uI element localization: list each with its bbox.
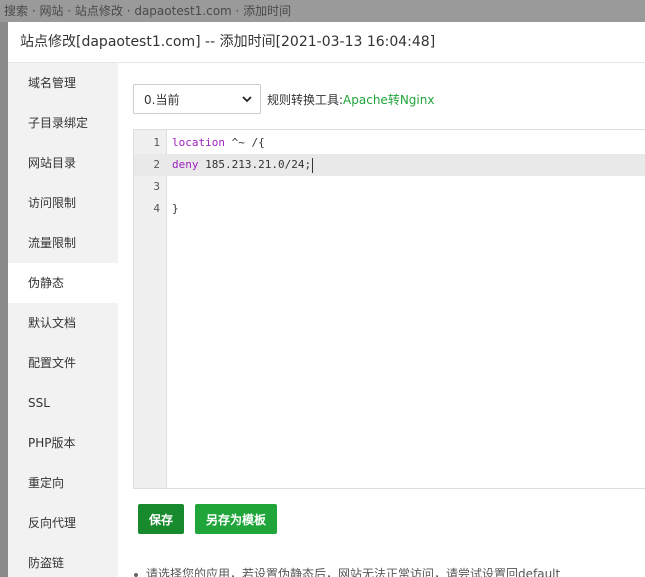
sidebar-item-ssl[interactable]: SSL bbox=[8, 383, 118, 423]
sidebar-item-reverse-proxy[interactable]: 反向代理 bbox=[8, 503, 118, 543]
code-keyword: deny bbox=[172, 158, 199, 171]
code-text: deny 185.213.21.0/24; bbox=[172, 154, 314, 176]
line-number: 4 bbox=[153, 202, 160, 215]
help-tip-text: 请选择您的应用，若设置伪静态后，网站无法正常访问，请尝试设置回default bbox=[146, 567, 561, 577]
rewrite-panel: 0.当前 规则转换工具: Apache转Nginx 1 location ^~ … bbox=[118, 63, 645, 577]
sidebar-item-redirect[interactable]: 重定向 bbox=[8, 463, 118, 503]
code-line: 4 } bbox=[134, 198, 645, 220]
sidebar-item-php-version[interactable]: PHP版本 bbox=[8, 423, 118, 463]
site-edit-modal: 站点修改[dapaotest1.com] -- 添加时间[2021-03-13 … bbox=[8, 22, 645, 577]
background-page-strip: 搜索 · 网站 · 站点修改 · dapaotest1.com · 添加时间 bbox=[0, 0, 645, 22]
line-number: 3 bbox=[153, 180, 160, 193]
sidebar-item-rewrite[interactable]: 伪静态 bbox=[8, 263, 118, 303]
sidebar-item-config-file[interactable]: 配置文件 bbox=[8, 343, 118, 383]
line-number: 1 bbox=[153, 136, 160, 149]
code-line-active: 2 deny 185.213.21.0/24; bbox=[134, 154, 645, 176]
bullet-icon bbox=[134, 572, 138, 577]
sidebar-item-access-limit[interactable]: 访问限制 bbox=[8, 183, 118, 223]
code-line: 3 bbox=[134, 176, 645, 198]
sidebar-item-hotlink-protection[interactable]: 防盗链 bbox=[8, 543, 118, 577]
sidebar-item-default-doc[interactable]: 默认文档 bbox=[8, 303, 118, 343]
chevron-down-icon bbox=[242, 95, 252, 102]
text-cursor bbox=[312, 157, 314, 173]
help-tip: 请选择您的应用，若设置伪静态后，网站无法正常访问，请尝试设置回default bbox=[134, 565, 560, 577]
converter-label: 规则转换工具: bbox=[267, 92, 344, 107]
code-keyword: location bbox=[172, 136, 225, 149]
apache-to-nginx-link[interactable]: Apache转Nginx bbox=[343, 91, 434, 108]
code-line: 1 location ^~ /{ bbox=[134, 132, 645, 154]
code-rest: 185.213.21.0/24; bbox=[198, 158, 312, 171]
line-number: 2 bbox=[153, 158, 160, 171]
select-value: 0.当前 bbox=[144, 92, 180, 107]
sidebar-item-domain[interactable]: 域名管理 bbox=[8, 63, 118, 103]
rewrite-code-editor[interactable]: 1 location ^~ /{ 2 deny 185.213.21.0/24;… bbox=[133, 129, 645, 489]
sidebar-item-site-directory[interactable]: 网站目录 bbox=[8, 143, 118, 183]
code-rest: } bbox=[172, 202, 179, 215]
code-text: } bbox=[172, 198, 179, 220]
code-rest: ^~ /{ bbox=[224, 136, 265, 149]
modal-title: 站点修改[dapaotest1.com] -- 添加时间[2021-03-13 … bbox=[8, 22, 645, 63]
sidebar: 域名管理 子目录绑定 网站目录 访问限制 流量限制 伪静态 默认文档 配置文件 … bbox=[8, 63, 118, 577]
save-button[interactable]: 保存 bbox=[138, 504, 184, 534]
rewrite-template-select[interactable]: 0.当前 bbox=[133, 84, 261, 114]
sidebar-item-subdir-binding[interactable]: 子目录绑定 bbox=[8, 103, 118, 143]
code-text: location ^~ /{ bbox=[172, 132, 265, 154]
save-as-template-button[interactable]: 另存为模板 bbox=[195, 504, 277, 534]
sidebar-item-traffic-limit[interactable]: 流量限制 bbox=[8, 223, 118, 263]
rewrite-toolbar: 0.当前 规则转换工具: Apache转Nginx bbox=[133, 83, 434, 115]
action-buttons: 保存 另存为模板 bbox=[138, 504, 277, 534]
